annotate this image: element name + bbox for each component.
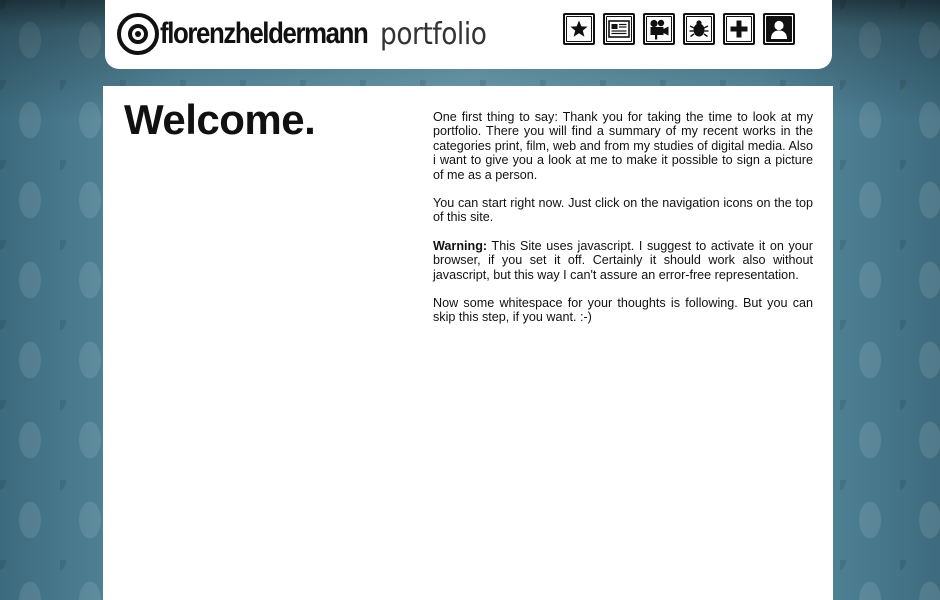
main-navigation [563,13,795,47]
main-content-panel: Welcome. One first thing to say: Thank y… [103,86,833,600]
intro-paragraph: One first thing to say: Thank you for ta… [433,110,813,182]
navigation-hint-paragraph: You can start right now. Just click on t… [433,196,813,225]
header-bar: florenzheldermann portfolio [105,0,832,69]
site-logo[interactable]: florenzheldermann portfolio [117,11,501,57]
whitespace-paragraph: Now some whitespace for your thoughts is… [433,296,813,325]
nav-studies-button[interactable] [723,13,755,45]
newspaper-icon [608,20,630,38]
nav-film-button[interactable] [643,13,675,45]
logo-name: florenzheldermann [160,17,369,50]
star-icon [570,20,588,37]
nav-me-button[interactable] [763,13,795,45]
warning-text: This Site uses javascript. I suggest to … [433,238,813,282]
film-camera-icon [650,19,669,40]
person-icon [767,17,791,41]
page-title: Welcome. [124,96,316,143]
nav-print-button[interactable] [603,13,635,45]
bug-icon [689,20,709,38]
target-logo-icon [117,13,159,55]
warning-paragraph: Warning: This Site uses javascript. I su… [433,239,813,282]
logo-suffix: portfolio [380,16,487,52]
nav-web-button[interactable] [683,13,715,45]
nav-star-button[interactable] [563,13,595,45]
intro-text: One first thing to say: Thank you for ta… [433,110,813,339]
warning-label: Warning: [433,238,488,253]
plus-icon [730,20,748,38]
